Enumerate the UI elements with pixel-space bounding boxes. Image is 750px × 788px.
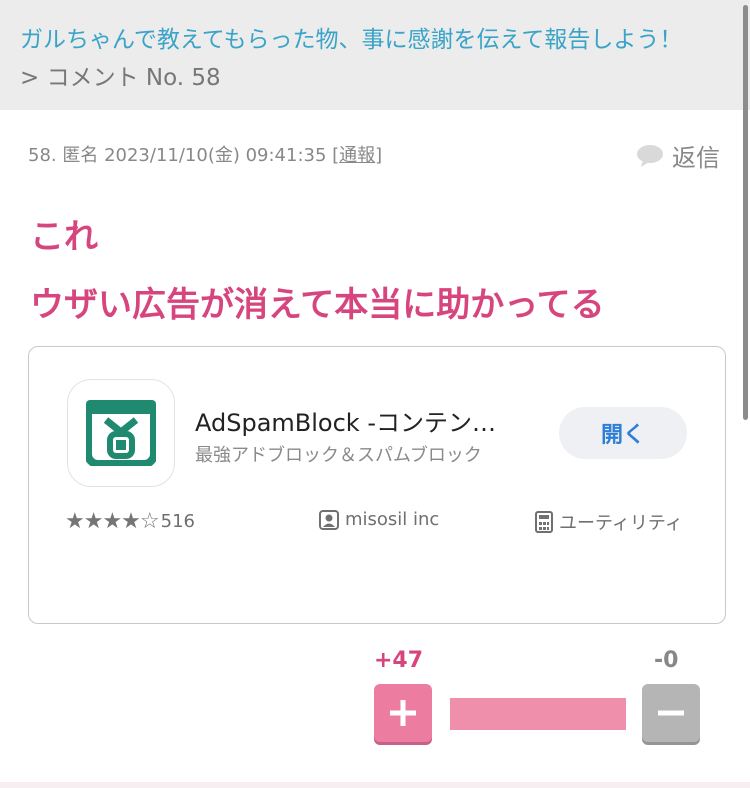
minus-vote-button[interactable]	[642, 684, 700, 742]
app-subtitle: 最強アドブロック＆スパムブロック	[195, 445, 482, 466]
plus-vote-count: +47	[374, 648, 424, 673]
app-category[interactable]: ユーティリティ	[535, 509, 683, 535]
app-developer[interactable]: misosil inc	[319, 509, 439, 530]
vote-ratio-fill	[450, 698, 626, 730]
breadcrumb: > コメント No. 58	[20, 65, 221, 91]
minus-icon	[658, 710, 684, 716]
app-store-card[interactable]: AdSpamBlock -コンテン… 最強アドブロック＆スパムブロック 開く ★…	[28, 346, 726, 624]
comment-meta-close: ]	[375, 145, 383, 166]
calculator-icon	[535, 511, 553, 533]
comment-meta-text: 58. 匿名 2023/11/10(金) 09:41:35 [	[28, 145, 340, 166]
app-name: AdSpamBlock -コンテン…	[195, 409, 496, 437]
comment-body-line: これ	[30, 217, 98, 257]
star-rating-icon: ★★★★☆	[65, 509, 160, 534]
reply-button[interactable]: 返信	[636, 138, 720, 173]
comment-body-line: ウザい広告が消えて本当に助かってる	[30, 285, 605, 325]
comment-meta: 58. 匿名 2023/11/10(金) 09:41:35 [通報]	[28, 141, 382, 167]
open-app-button[interactable]: 開く	[559, 407, 687, 459]
comment-body: これ ウザい広告が消えて本当に助かってる	[30, 203, 605, 339]
thread-header: ガルちゃんで教えてもらった物、事に感謝を伝えて報告しよう！ > コメント No.…	[0, 0, 750, 110]
thread-title-link[interactable]: ガルちゃんで教えてもらった物、事に感謝を伝えて報告しよう！	[20, 20, 682, 54]
speech-bubble-icon	[637, 144, 663, 167]
vote-ratio-bar	[450, 698, 626, 730]
plus-icon	[390, 700, 416, 726]
category-name: ユーティリティ	[559, 513, 683, 534]
plus-vote-button[interactable]	[374, 684, 432, 742]
scrollbar[interactable]	[740, 0, 750, 788]
app-rating: ★★★★☆ 516	[65, 509, 195, 534]
developer-name: misosil inc	[345, 509, 440, 530]
person-icon	[319, 509, 339, 530]
app-icon[interactable]	[67, 379, 175, 487]
minus-vote-count: -0	[654, 648, 679, 673]
reply-label: 返信	[672, 144, 720, 172]
report-link[interactable]: 通報	[339, 145, 375, 166]
divider	[0, 782, 750, 788]
scrollbar-thumb[interactable]	[743, 5, 748, 420]
rating-count: 516	[160, 511, 195, 532]
app-stats-row: ★★★★☆ 516 misosil inc ユーティリティ	[65, 509, 695, 539]
bulldog-logo-icon	[86, 400, 156, 466]
